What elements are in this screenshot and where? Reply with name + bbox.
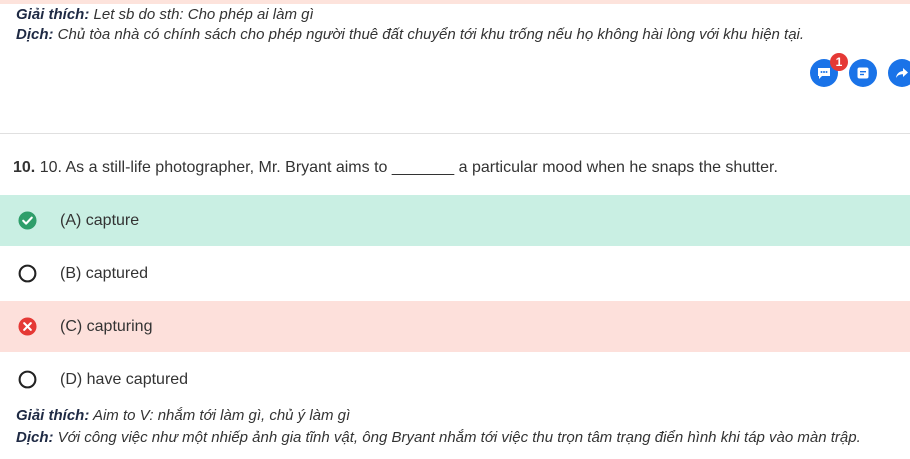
option-b-label: (B) captured — [60, 264, 149, 282]
question-number: 10. — [13, 159, 36, 176]
share-button[interactable] — [888, 59, 910, 87]
share-icon — [896, 68, 908, 78]
option-a-label: (A) capture — [60, 211, 140, 229]
explanation-text: Aim to V: nhắm tới làm gì, chủ ý làm gì — [92, 407, 351, 424]
explanation-label: Giải thích: — [16, 6, 90, 23]
explanation-line: Giải thích: Aim to V: nhắm tới làm gì, c… — [16, 405, 861, 427]
translation-line: Dịch: Với công việc như một nhiếp ảnh gi… — [16, 427, 861, 449]
explanation-text: Let sb do sth: Cho phép ai làm gì — [93, 6, 314, 23]
check-circle-icon — [18, 211, 37, 230]
comment-button[interactable]: 1 — [810, 53, 848, 87]
option-c[interactable]: (C) capturing — [0, 301, 910, 352]
question-body: 10. As a still-life photographer, Mr. Br… — [39, 159, 778, 176]
explanation: Giải thích: Aim to V: nhắm tới làm gì, c… — [16, 405, 861, 449]
question-text: 10. 10. As a still-life photographer, Mr… — [13, 159, 778, 177]
option-b[interactable]: (B) captured — [0, 248, 910, 299]
explanation-label: Giải thích: — [16, 407, 90, 424]
previous-item-highlight — [0, 0, 910, 4]
note-button[interactable] — [849, 59, 877, 87]
option-a[interactable]: (A) capture — [0, 195, 910, 246]
radio-empty-icon — [18, 264, 37, 283]
option-d[interactable]: (D) have captured — [0, 354, 910, 405]
previous-translation-line: Dịch: Chủ tòa nhà có chính sách cho phép… — [16, 25, 804, 45]
note-icon — [857, 67, 869, 79]
question-divider — [0, 133, 910, 134]
translation-text: Chủ tòa nhà có chính sách cho phép người… — [57, 26, 805, 43]
previous-explanation-line: Giải thích: Let sb do sth: Cho phép ai l… — [16, 5, 804, 25]
translation-text: Với công việc như một nhiếp ảnh gia tĩnh… — [57, 429, 861, 446]
translation-label: Dịch: — [16, 26, 54, 43]
comment-icon — [818, 68, 830, 79]
comment-count-badge: 1 — [830, 53, 848, 71]
action-buttons: 1 — [810, 53, 910, 87]
previous-explanation: Giải thích: Let sb do sth: Cho phép ai l… — [16, 5, 804, 45]
radio-empty-icon — [18, 370, 37, 389]
option-d-label: (D) have captured — [60, 370, 189, 388]
translation-label: Dịch: — [16, 429, 54, 446]
x-circle-icon — [18, 317, 37, 336]
option-c-label: (C) capturing — [60, 317, 153, 335]
